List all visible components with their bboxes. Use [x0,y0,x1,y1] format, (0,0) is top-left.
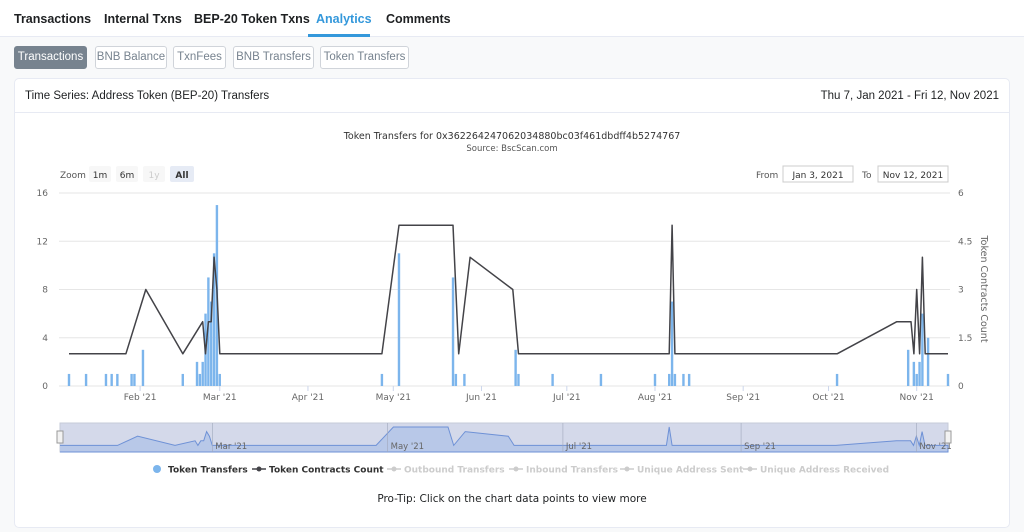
from-label: From [756,171,778,181]
bar-token-transfers[interactable] [599,373,603,386]
bar-token-transfers[interactable] [84,373,88,386]
y-right-tick-label: 3 [958,286,964,296]
bar-token-transfers[interactable] [912,361,916,386]
x-tick-label: Oct '21 [812,393,844,403]
legend-item-label[interactable]: Token Transfers [168,466,248,476]
x-tick-label: Feb '21 [124,393,157,403]
bar-token-transfers[interactable] [133,373,136,386]
y-right-tick-label: 1.5 [958,334,972,344]
bar-token-transfers[interactable] [201,361,204,386]
x-tick-label: Mar '21 [203,393,237,403]
x-tick-label: Nov '21 [900,393,934,403]
y-left-tick-label: 4 [42,334,48,344]
navigator-label: Jul '21 [565,442,592,452]
bar-token-transfers[interactable] [682,373,685,386]
bar-token-transfers[interactable] [195,361,199,386]
legend-symbol-marker [624,466,630,472]
y-left-tick-label: 0 [42,382,48,392]
y-right-axis-title: Token Contracts Count [978,234,989,342]
y-right-tick-label: 0 [958,382,964,392]
navigator-label: Mar '21 [215,442,247,452]
chart-title: Token Transfers for 0x362264247062034880… [343,131,681,142]
bar-token-transfers[interactable] [921,313,924,386]
bar-token-transfers[interactable] [653,373,657,386]
y-left-tick-label: 16 [37,189,49,199]
from-date-value: Jan 3, 2021 [791,171,843,181]
x-tick-label: Apr '21 [292,393,324,403]
x-tick-label: Aug '21 [638,393,672,403]
bar-token-transfers[interactable] [517,373,520,386]
bar-token-transfers[interactable] [687,373,691,386]
zoom-label: Zoom [60,171,86,181]
bar-token-transfers[interactable] [218,373,221,386]
bar-token-transfers[interactable] [104,373,108,386]
legend-item-label[interactable]: Inbound Transfers [526,466,618,476]
bar-token-transfers[interactable] [130,373,133,386]
bar-token-transfers[interactable] [946,373,950,386]
bar-token-transfers[interactable] [514,349,517,386]
bar-token-transfers[interactable] [463,373,466,386]
bar-token-transfers[interactable] [926,337,930,386]
pro-tip-text: Pro-Tip: Click on the chart data points … [377,493,646,505]
zoom-button-label: 1m [93,171,108,181]
zoom-button-label: 6m [120,171,135,181]
bar-token-transfers[interactable] [918,361,921,386]
legend-symbol-marker [391,466,397,472]
bar-token-transfers[interactable] [906,349,910,386]
bar-token-transfers[interactable] [110,373,113,386]
legend-item-label[interactable]: Outbound Transfers [404,466,505,476]
y-right-tick-label: 6 [958,189,964,199]
legend-item-label[interactable]: Unique Address Sent [637,466,744,476]
bar-token-transfers[interactable] [670,301,674,386]
x-tick-label: May '21 [376,393,411,403]
y-right-tick-label: 4.5 [958,237,972,247]
y-left-tick-label: 8 [42,286,48,296]
y-left-tick-label: 12 [37,237,48,247]
bar-token-transfers[interactable] [380,373,384,386]
navigator-label: Sep '21 [744,442,776,452]
zoom-button-label: All [175,171,188,181]
bar-token-transfers[interactable] [397,253,401,386]
navigator-handle-right[interactable] [944,430,952,444]
to-label: To [861,171,872,181]
bar-token-transfers[interactable] [116,373,119,386]
legend-symbol-marker [256,466,262,472]
legend-symbol-marker [513,466,519,472]
bar-token-transfers[interactable] [551,373,554,386]
bar-token-transfers[interactable] [181,373,184,386]
legend-item-label[interactable]: Unique Address Received [760,466,889,476]
token-transfers-chart: 0 4 8 12 16 0 1.5 3 4.5 6 Token Contracts Count Feb… [37,131,989,505]
chart-subtitle: Source: BscScan.com [466,144,557,154]
bar-token-transfers[interactable] [141,349,145,386]
bar-token-transfers[interactable] [451,277,455,386]
bar-token-transfers[interactable] [835,373,839,386]
bar-token-transfers[interactable] [67,373,71,386]
legend-symbol-circle [153,465,161,473]
to-date-value: Nov 12, 2021 [883,171,944,181]
x-tick-label: Sep '21 [726,393,760,403]
x-tick-label: Jun '21 [465,393,497,403]
x-tick-label: Jul '21 [552,393,581,403]
bar-token-transfers[interactable] [915,373,918,386]
bar-token-transfers[interactable] [454,373,458,386]
zoom-button-label: 1y [148,171,160,181]
navigator-label: May '21 [391,442,424,452]
navigator-handle-left[interactable] [56,430,64,444]
bar-token-transfers[interactable] [668,373,671,386]
legend-symbol-marker [747,466,753,472]
bar-token-transfers[interactable] [673,373,677,386]
bar-token-transfers[interactable] [198,373,202,386]
legend-item-label[interactable]: Token Contracts Count [269,466,384,476]
